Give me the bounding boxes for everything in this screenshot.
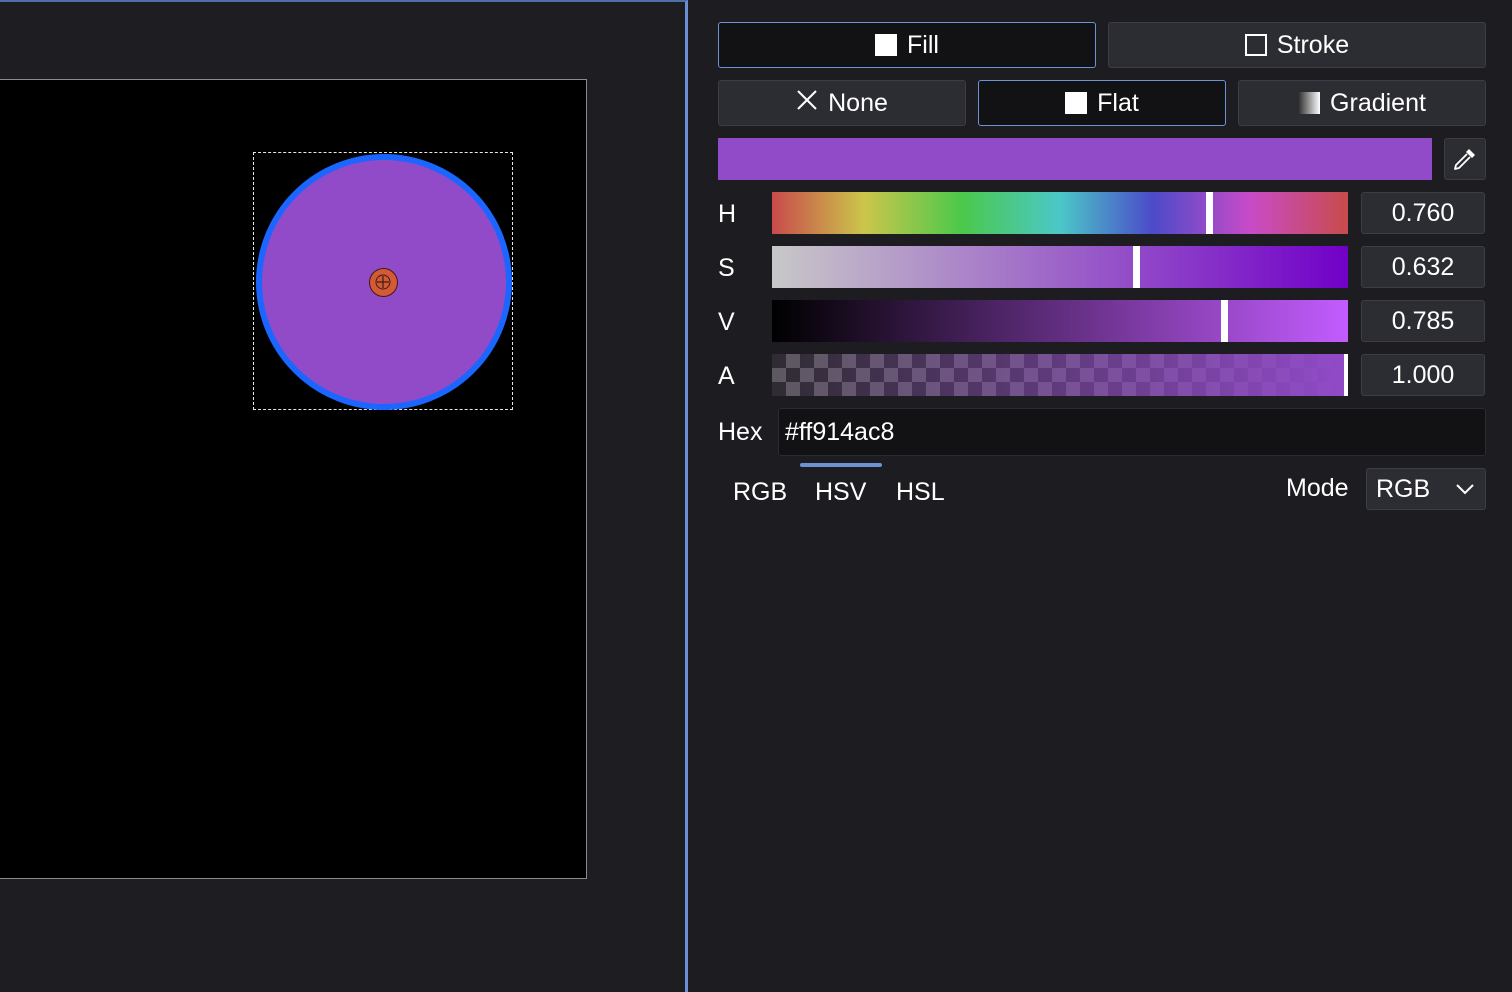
color-preview-swatch bbox=[718, 138, 1432, 180]
mode-select-value: RGB bbox=[1376, 474, 1431, 503]
active-tab-indicator bbox=[800, 463, 882, 467]
value-slider-thumb[interactable] bbox=[1220, 300, 1228, 342]
saturation-label: S bbox=[718, 254, 735, 282]
center-handle[interactable] bbox=[369, 268, 398, 297]
gradient-square-icon bbox=[1298, 92, 1321, 114]
tab-hsl[interactable]: HSL bbox=[896, 478, 945, 507]
hex-label: Hex bbox=[718, 418, 763, 446]
paint-gradient-label: Gradient bbox=[1330, 88, 1426, 117]
tab-hsv[interactable]: HSV bbox=[815, 478, 866, 507]
hue-label: H bbox=[718, 200, 737, 228]
value-slider[interactable] bbox=[772, 300, 1348, 342]
mode-label: Mode bbox=[1286, 474, 1349, 502]
paint-flat-button[interactable]: Flat bbox=[978, 80, 1226, 126]
saturation-slider[interactable] bbox=[772, 246, 1348, 288]
value-label: V bbox=[718, 308, 735, 336]
color-panel: Fill Stroke None Flat Gradient H 0.760 S… bbox=[692, 0, 1512, 992]
paint-flat-label: Flat bbox=[1097, 88, 1139, 117]
mode-select[interactable]: RGB bbox=[1366, 468, 1486, 510]
crosshair-icon bbox=[375, 274, 391, 290]
hue-slider[interactable] bbox=[772, 192, 1348, 234]
canvas-area[interactable] bbox=[0, 0, 688, 992]
stroke-button[interactable]: Stroke bbox=[1108, 22, 1486, 68]
flat-square-icon bbox=[1065, 92, 1088, 114]
eyedropper-icon bbox=[1454, 149, 1475, 170]
fill-label: Fill bbox=[907, 30, 939, 59]
saturation-slider-thumb[interactable] bbox=[1132, 246, 1140, 288]
paint-none-label: None bbox=[828, 88, 888, 117]
alpha-slider-thumb[interactable] bbox=[1344, 354, 1348, 396]
x-icon bbox=[796, 89, 818, 118]
fill-square-icon bbox=[875, 34, 898, 56]
alpha-label: A bbox=[718, 362, 735, 390]
fill-button[interactable]: Fill bbox=[718, 22, 1096, 68]
artboard[interactable] bbox=[0, 79, 587, 879]
hue-slider-thumb[interactable] bbox=[1206, 192, 1214, 234]
stroke-square-icon bbox=[1244, 34, 1267, 56]
eyedropper-button[interactable] bbox=[1444, 138, 1486, 180]
stroke-label: Stroke bbox=[1276, 30, 1350, 59]
tab-rgb[interactable]: RGB bbox=[733, 478, 787, 507]
saturation-value-field[interactable]: 0.632 bbox=[1361, 246, 1485, 288]
hex-input[interactable] bbox=[778, 408, 1486, 456]
value-value-field[interactable]: 0.785 bbox=[1361, 300, 1485, 342]
alpha-value-field[interactable]: 1.000 bbox=[1361, 354, 1485, 396]
hue-value-field[interactable]: 0.760 bbox=[1361, 192, 1485, 234]
chevron-down-icon bbox=[1456, 484, 1474, 495]
paint-none-button[interactable]: None bbox=[718, 80, 966, 126]
alpha-slider[interactable] bbox=[772, 354, 1348, 396]
paint-gradient-button[interactable]: Gradient bbox=[1238, 80, 1486, 126]
